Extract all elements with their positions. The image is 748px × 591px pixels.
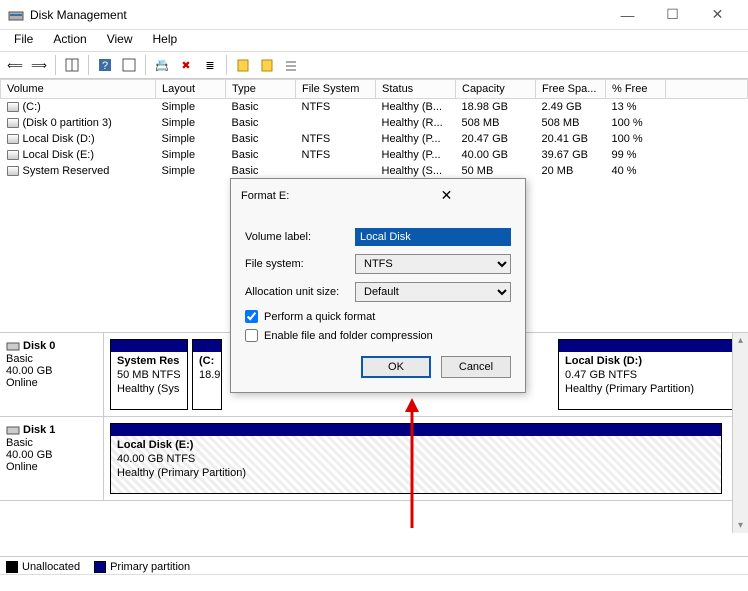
refresh-icon[interactable] bbox=[118, 54, 140, 76]
allocation-label: Allocation unit size: bbox=[245, 286, 355, 298]
scrollbar[interactable]: ▴ ▾ bbox=[732, 333, 748, 533]
volume-label-input[interactable] bbox=[355, 228, 511, 246]
maximize-button[interactable]: ☐ bbox=[650, 1, 695, 29]
window-title: Disk Management bbox=[30, 8, 605, 22]
column-header[interactable]: Type bbox=[226, 80, 296, 99]
legend: Unallocated Primary partition bbox=[6, 561, 190, 573]
dialog-close-icon[interactable]: ✕ bbox=[378, 187, 515, 204]
minimize-button[interactable]: — bbox=[605, 1, 650, 29]
column-header[interactable]: % Free bbox=[606, 80, 666, 99]
table-row[interactable]: Local Disk (E:)SimpleBasicNTFSHealthy (P… bbox=[1, 147, 748, 163]
back-icon[interactable]: ⟸ bbox=[4, 54, 26, 76]
menu-action[interactable]: Action bbox=[43, 30, 96, 51]
cancel-button[interactable]: Cancel bbox=[441, 356, 511, 378]
disk-row: Disk 1Basic40.00 GBOnlineLocal Disk (E:)… bbox=[0, 417, 748, 501]
menu-help[interactable]: Help bbox=[143, 30, 188, 51]
delete-icon[interactable]: ✖ bbox=[175, 54, 197, 76]
scroll-up-icon[interactable]: ▴ bbox=[738, 335, 743, 346]
menu-file[interactable]: File bbox=[4, 30, 43, 51]
ok-button[interactable]: OK bbox=[361, 356, 431, 378]
legend-primary: Primary partition bbox=[110, 561, 190, 573]
column-header[interactable]: File System bbox=[296, 80, 376, 99]
dialog-title: Format E: bbox=[241, 190, 378, 202]
disk-header[interactable]: Disk 1Basic40.00 GBOnline bbox=[0, 417, 104, 500]
column-header[interactable]: Capacity bbox=[456, 80, 536, 99]
column-header[interactable]: Free Spa... bbox=[536, 80, 606, 99]
column-header[interactable]: Volume bbox=[1, 80, 156, 99]
app-icon bbox=[8, 7, 24, 23]
panel-split-icon[interactable] bbox=[61, 54, 83, 76]
menu-view[interactable]: View bbox=[97, 30, 143, 51]
action-icon[interactable]: 📇 bbox=[151, 54, 173, 76]
allocation-select[interactable]: Default bbox=[355, 282, 511, 302]
compression-checkbox[interactable] bbox=[245, 329, 258, 342]
quick-format-label: Perform a quick format bbox=[264, 311, 375, 323]
page-yellow2-icon[interactable] bbox=[256, 54, 278, 76]
table-row[interactable]: System ReservedSimpleBasicHealthy (S...5… bbox=[1, 163, 748, 179]
filesystem-label: File system: bbox=[245, 258, 355, 270]
menubar: File Action View Help bbox=[0, 30, 748, 51]
statusbar bbox=[0, 574, 748, 591]
partition[interactable]: Local Disk (E:)40.00 GB NTFSHealthy (Pri… bbox=[110, 423, 722, 494]
properties-icon[interactable]: ≣ bbox=[199, 54, 221, 76]
svg-text:?: ? bbox=[102, 60, 108, 72]
close-button[interactable]: ✕ bbox=[695, 1, 740, 29]
page-yellow-icon[interactable] bbox=[232, 54, 254, 76]
legend-primary-swatch bbox=[94, 561, 106, 573]
legend-unallocated: Unallocated bbox=[22, 561, 80, 573]
partition[interactable]: Local Disk (D:)0.47 GB NTFSHealthy (Prim… bbox=[558, 339, 738, 410]
filesystem-select[interactable]: NTFS bbox=[355, 254, 511, 274]
quick-format-checkbox[interactable] bbox=[245, 310, 258, 323]
partition[interactable]: (C:18.9 bbox=[192, 339, 222, 410]
column-header[interactable]: Layout bbox=[156, 80, 226, 99]
list-icon[interactable] bbox=[280, 54, 302, 76]
table-row[interactable]: (Disk 0 partition 3)SimpleBasicHealthy (… bbox=[1, 115, 748, 131]
forward-icon[interactable]: ⟹ bbox=[28, 54, 50, 76]
titlebar: Disk Management — ☐ ✕ bbox=[0, 0, 748, 30]
legend-unallocated-swatch bbox=[6, 561, 18, 573]
compression-label: Enable file and folder compression bbox=[264, 330, 433, 342]
help-icon[interactable]: ? bbox=[94, 54, 116, 76]
disk-header[interactable]: Disk 0Basic40.00 GBOnline bbox=[0, 333, 104, 416]
format-dialog: Format E: ✕ Volume label: File system: N… bbox=[230, 178, 526, 393]
toolbar: ⟸ ⟹ ? 📇 ✖ ≣ bbox=[0, 51, 748, 79]
partition[interactable]: System Res50 MB NTFSHealthy (Sys bbox=[110, 339, 188, 410]
table-row[interactable]: Local Disk (D:)SimpleBasicNTFSHealthy (P… bbox=[1, 131, 748, 147]
volume-label-label: Volume label: bbox=[245, 231, 355, 243]
volume-table[interactable]: VolumeLayoutTypeFile SystemStatusCapacit… bbox=[0, 79, 748, 179]
table-row[interactable]: (C:)SimpleBasicNTFSHealthy (B...18.98 GB… bbox=[1, 99, 748, 116]
scroll-down-icon[interactable]: ▾ bbox=[738, 520, 743, 531]
column-header[interactable]: Status bbox=[376, 80, 456, 99]
